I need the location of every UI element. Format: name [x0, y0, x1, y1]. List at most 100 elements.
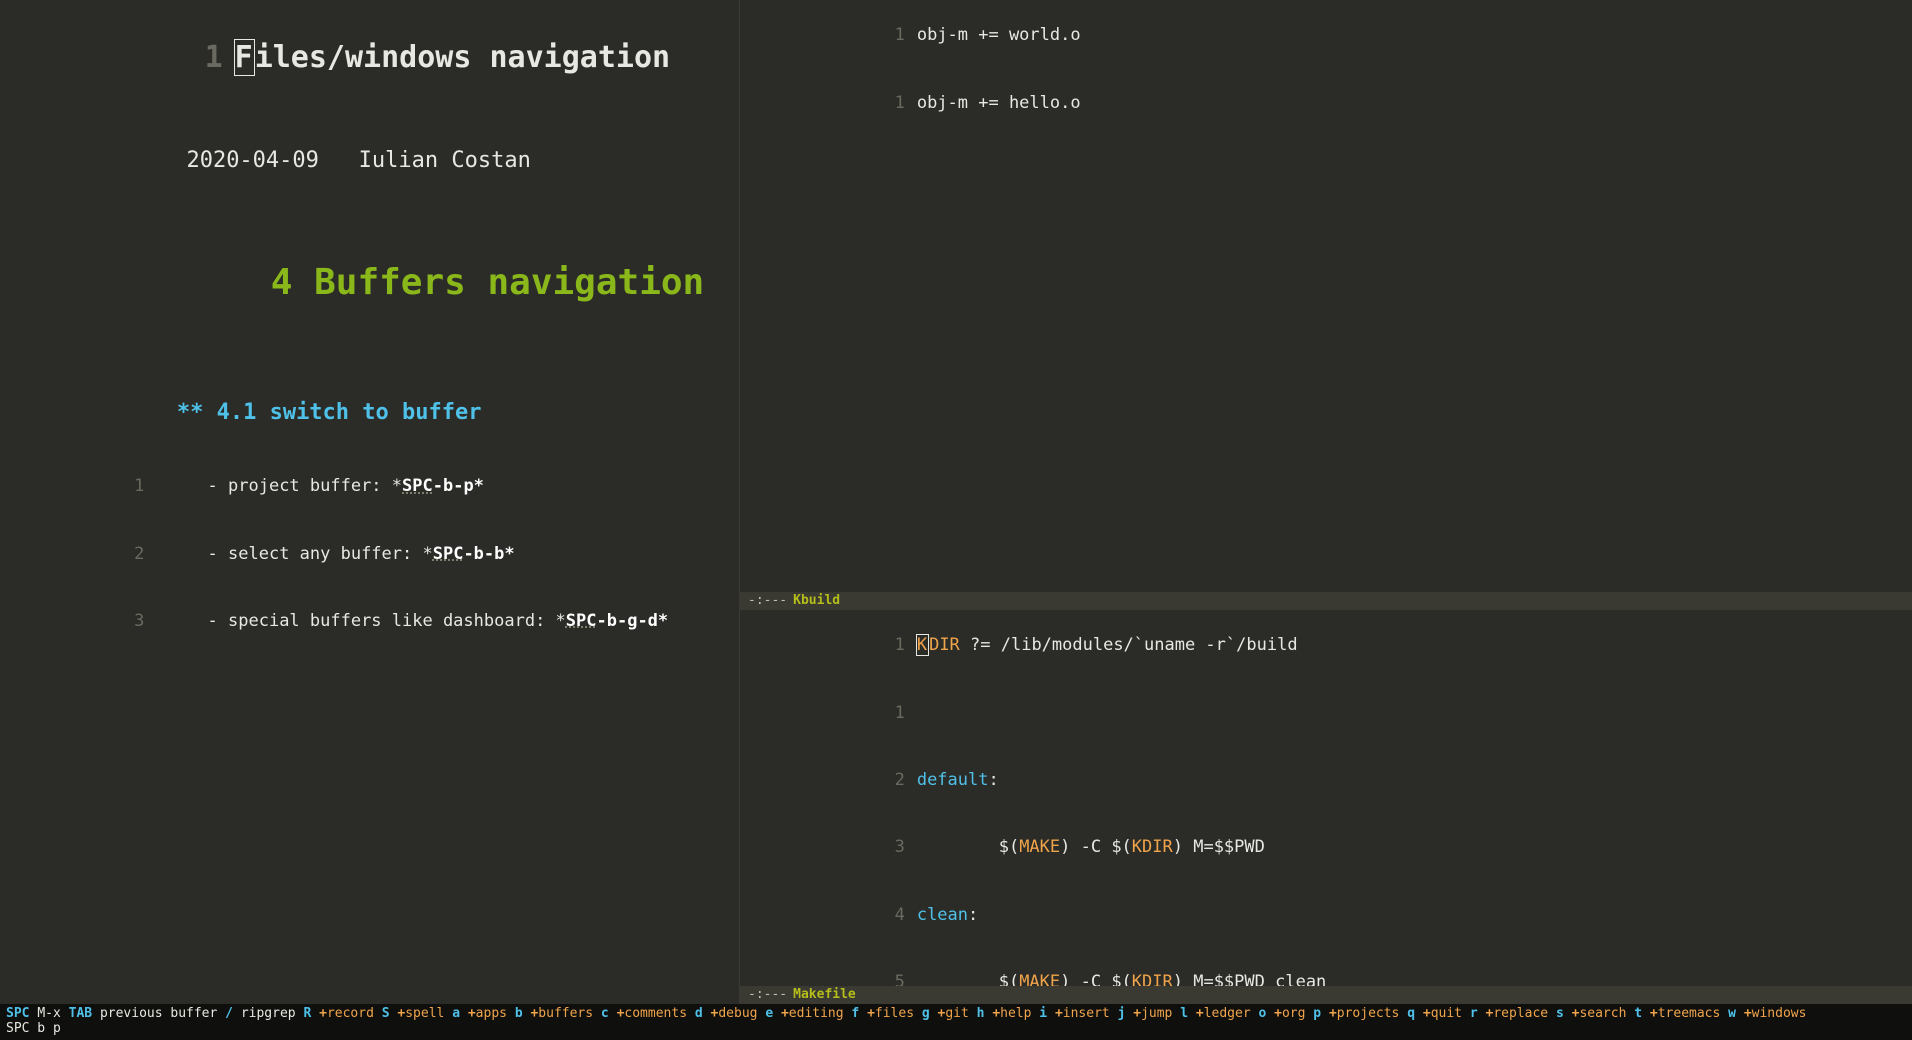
which-key-plus: + — [1650, 1006, 1658, 1021]
right-top-kbuild-buffer[interactable]: 1obj-m += world.o 1obj-m += hello.o -:--… — [740, 0, 1912, 610]
which-key-desc: replace — [1493, 1006, 1548, 1021]
keybinding-spc: SPC — [402, 476, 433, 496]
make-var: KDIR — [1132, 837, 1173, 857]
which-key-desc: org — [1282, 1006, 1305, 1021]
which-key-key[interactable]: R — [303, 1006, 311, 1021]
which-key-plus: + — [1274, 1006, 1282, 1021]
code-text: ) M=$$PWD — [1173, 972, 1265, 986]
which-key-desc: apps — [476, 1006, 507, 1021]
spacer — [156, 544, 207, 564]
line-number: 1 — [863, 702, 917, 724]
which-key-key[interactable]: S — [382, 1006, 390, 1021]
colon: : — [968, 905, 978, 925]
code-text: ) -C $( — [1060, 972, 1132, 986]
which-key-desc: buffers — [538, 1006, 593, 1021]
which-key-plus: + — [1329, 1006, 1337, 1021]
which-key-bar: SPC M-x TAB previous buffer / ripgrep R … — [0, 1004, 1912, 1021]
which-key-key[interactable]: SPC — [6, 1006, 29, 1021]
line-number: 1 — [181, 41, 235, 76]
keybinding-rest: -b-g-d* — [597, 611, 669, 631]
which-key-key[interactable]: d — [695, 1006, 703, 1021]
make-target: default — [917, 770, 989, 790]
cursor: F — [234, 39, 255, 76]
org-heading-2: 4.1 switch to buffer — [217, 400, 482, 425]
which-key-plus: + — [1133, 1006, 1141, 1021]
keybinding-spc: SPC — [433, 544, 464, 564]
which-key-key[interactable]: a — [452, 1006, 460, 1021]
which-key-key[interactable]: j — [1118, 1006, 1126, 1021]
org-title-rest: iles/windows navigation — [255, 40, 670, 75]
make-var: MAKE — [1019, 837, 1060, 857]
line-number — [132, 146, 186, 177]
org-heading-stars: ** — [177, 400, 204, 425]
which-key-desc: git — [945, 1006, 968, 1021]
which-key-key[interactable]: g — [922, 1006, 930, 1021]
modeline-kbuild: -:---Kbuild — [740, 592, 1912, 610]
which-key-desc: quit — [1431, 1006, 1462, 1021]
code-text: clean — [1265, 972, 1326, 986]
which-key-desc: debug — [718, 1006, 757, 1021]
which-key-plus: + — [1196, 1006, 1204, 1021]
which-key-key[interactable]: TAB — [69, 1006, 92, 1021]
code-text: obj-m += hello.o — [917, 93, 1081, 113]
which-key-key[interactable]: w — [1728, 1006, 1736, 1021]
org-date: 2020-04-09 — [186, 148, 318, 173]
which-key-plus: + — [468, 1006, 476, 1021]
which-key-key[interactable]: q — [1407, 1006, 1415, 1021]
which-key-key[interactable]: t — [1634, 1006, 1642, 1021]
make-var: KDIR — [1132, 972, 1173, 986]
code-var: DIR — [929, 635, 960, 655]
line-number: 1 — [102, 475, 156, 497]
echo-area: SPC b p — [0, 1021, 1912, 1040]
which-key-desc: jump — [1141, 1006, 1172, 1021]
which-key-key[interactable]: s — [1556, 1006, 1564, 1021]
which-key-desc: ripgrep — [241, 1006, 296, 1021]
keybinding-rest: -b-p* — [433, 476, 484, 496]
which-key-key[interactable]: r — [1470, 1006, 1478, 1021]
code-text: $( — [917, 837, 1019, 857]
which-key-desc: previous buffer — [100, 1006, 217, 1021]
line-number: 2 — [102, 543, 156, 565]
bullet-text: - project buffer: * — [208, 476, 402, 496]
line-number: 1 — [863, 24, 917, 46]
bullet-text: - special buffers like dashboard: * — [208, 611, 566, 631]
line-number: 4 — [863, 904, 917, 926]
right-bottom-makefile-buffer[interactable]: 1KDIR ?= /lib/modules/`uname -r`/build 1… — [740, 610, 1912, 1004]
line-number: 1 — [863, 92, 917, 114]
keybinding-spc: SPC — [566, 611, 597, 631]
bullet-text: - select any buffer: * — [208, 544, 433, 564]
which-key-desc: help — [1000, 1006, 1031, 1021]
spacer — [156, 404, 176, 424]
line-number: 5 — [863, 971, 917, 986]
spacer — [156, 476, 207, 496]
which-key-plus: + — [1423, 1006, 1431, 1021]
which-key-key[interactable]: c — [601, 1006, 609, 1021]
which-key-key[interactable]: b — [515, 1006, 523, 1021]
line-number: 2 — [863, 769, 917, 791]
spacer — [203, 400, 216, 425]
which-key-desc: windows — [1752, 1006, 1807, 1021]
which-key-desc: projects — [1337, 1006, 1400, 1021]
modeline-makefile: -:---Makefile — [740, 986, 1912, 1004]
left-org-buffer[interactable]: 1Files/windows navigation 2020-04-09 Iul… — [0, 0, 740, 1004]
which-key-plus: + — [1055, 1006, 1063, 1021]
which-key-key[interactable]: e — [765, 1006, 773, 1021]
which-key-plus: + — [992, 1006, 1000, 1021]
which-key-key[interactable]: o — [1258, 1006, 1266, 1021]
org-author: Iulian Costan — [359, 148, 531, 173]
line-number: 1 — [863, 634, 917, 656]
which-key-key[interactable]: p — [1313, 1006, 1321, 1021]
which-key-key[interactable]: l — [1180, 1006, 1188, 1021]
which-key-desc: record — [327, 1006, 374, 1021]
make-var: MAKE — [1019, 972, 1060, 986]
org-heading-1: 4 Buffers navigation — [271, 262, 704, 303]
code-text: ) M=$$PWD — [1173, 837, 1265, 857]
which-key-key[interactable]: f — [851, 1006, 859, 1021]
which-key-key[interactable]: / — [225, 1006, 233, 1021]
line-number: 3 — [863, 836, 917, 858]
which-key-key[interactable]: h — [977, 1006, 985, 1021]
which-key-key[interactable]: i — [1039, 1006, 1047, 1021]
keybinding-rest: -b-b* — [463, 544, 514, 564]
which-key-desc: search — [1579, 1006, 1626, 1021]
which-key-plus: + — [319, 1006, 327, 1021]
